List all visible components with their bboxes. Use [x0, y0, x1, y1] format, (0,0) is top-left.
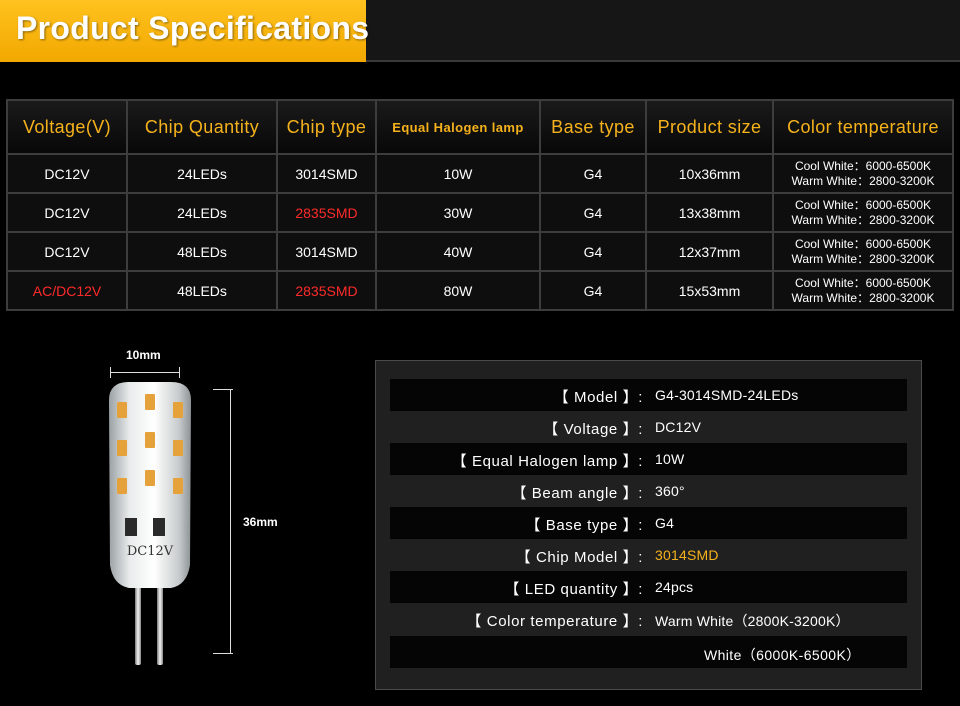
col-color-temperature: Color temperature [772, 99, 954, 155]
col-voltage: Voltage(V) [6, 99, 128, 155]
spec-row-base-type: 【 Base type 】: G4 [390, 507, 907, 539]
spec-row-led-quantity: 【 LED quantity 】: 24pcs [390, 571, 907, 603]
spec-row-color-temperature: 【 Color temperature 】: Warm White（2800K-… [390, 603, 907, 635]
spec-value: White（6000K-6500K） [704, 647, 861, 663]
bulb-illustration: DC12V [109, 382, 191, 665]
spec-label: 【 Base type 】: [525, 517, 643, 534]
page-title: Product Specifications [16, 10, 370, 46]
cell-voltage: DC12V [6, 192, 128, 233]
col-base-type: Base type [539, 99, 647, 155]
spec-row-halogen: 【 Equal Halogen lamp 】: 10W [390, 443, 907, 475]
spec-row-chip-model: 【 Chip Model 】: 3014SMD [390, 539, 907, 571]
warm-white-text: Warm White：2800-3200K [791, 290, 935, 305]
spec-row-beam-angle: 【 Beam angle 】: 360° [390, 475, 907, 507]
resistor-right [153, 518, 165, 536]
cell-chips: 48LEDs [126, 231, 278, 272]
header-divider [366, 60, 960, 62]
spec-label: 【 LED quantity 】: [504, 581, 643, 598]
spec-row-voltage: 【 Voltage 】: DC12V [390, 411, 907, 443]
spec-label: 【 Chip Model 】: [515, 549, 643, 566]
table-header-row: Voltage(V) Chip Quantity Chip type Equal… [6, 99, 954, 155]
col-chip-type: Chip type [276, 99, 377, 155]
spec-value: Warm White（2800K-3200K） [655, 613, 850, 629]
width-dimension-line [110, 367, 180, 378]
col-chip-quantity: Chip Quantity [126, 99, 278, 155]
height-dimension-label: 36mm [243, 515, 278, 529]
warm-white-text: Warm White：2800-3200K [791, 251, 935, 266]
spec-value: 24pcs [655, 579, 694, 595]
spec-row-model: 【 Model 】: G4-3014SMD-24LEDs [390, 379, 907, 411]
height-dimension-bottom-tick [213, 653, 233, 654]
cell-color-temp: Cool White：6000-6500K Warm White：2800-32… [772, 153, 954, 194]
cell-base: G4 [539, 270, 647, 311]
cell-chips: 24LEDs [126, 153, 278, 194]
spec-value: G4 [655, 515, 675, 531]
cell-chip-type: 2835SMD [276, 270, 377, 311]
cell-color-temp: Cool White：6000-6500K Warm White：2800-32… [772, 270, 954, 311]
table-row: AC/DC12V 48LEDs 2835SMD 80W G4 15x53mm C… [6, 270, 954, 311]
cell-chip-type: 2835SMD [276, 192, 377, 233]
spec-label: 【 Voltage 】: [543, 421, 643, 438]
cell-halogen: 10W [375, 153, 541, 194]
cell-chip-type: 3014SMD [276, 153, 377, 194]
cell-size: 13x38mm [645, 192, 774, 233]
cool-white-text: Cool White：6000-6500K [794, 197, 932, 212]
spec-label: 【 Equal Halogen lamp 】: [451, 453, 643, 470]
col-product-size: Product size [645, 99, 774, 155]
header-tab: Product Specifications [0, 0, 370, 62]
cool-white-text: Cool White：6000-6500K [794, 236, 932, 251]
cell-color-temp: Cool White：6000-6500K Warm White：2800-32… [772, 192, 954, 233]
cell-size: 15x53mm [645, 270, 774, 311]
width-dimension-label: 10mm [126, 348, 161, 362]
cell-voltage: DC12V [6, 231, 128, 272]
cell-voltage: AC/DC12V [6, 270, 128, 311]
cell-halogen: 40W [375, 231, 541, 272]
cell-halogen: 30W [375, 192, 541, 233]
cell-size: 12x37mm [645, 231, 774, 272]
spec-value: G4-3014SMD-24LEDs [655, 387, 799, 403]
pin-left [135, 585, 141, 665]
cell-chips: 24LEDs [126, 192, 278, 233]
cell-halogen: 80W [375, 270, 541, 311]
warm-white-text: Warm White：2800-3200K [791, 212, 935, 227]
cell-voltage: DC12V [6, 153, 128, 194]
cool-white-text: Cool White：6000-6500K [794, 275, 932, 290]
spec-value: 360° [655, 483, 685, 499]
spec-label: 【 Color temperature 】: [466, 613, 643, 630]
height-dimension-line [230, 389, 231, 654]
bulb-printed-text: DC12V [127, 544, 174, 559]
header-bar: Product Specifications [0, 0, 960, 62]
spec-label: 【 Beam angle 】: [511, 485, 643, 502]
cell-size: 10x36mm [645, 153, 774, 194]
cell-color-temp: Cool White：6000-6500K Warm White：2800-32… [772, 231, 954, 272]
spec-label: 【 Model 】: [553, 389, 643, 406]
cell-base: G4 [539, 153, 647, 194]
col-equal-halogen: Equal Halogen lamp [375, 99, 541, 155]
cell-chips: 48LEDs [126, 270, 278, 311]
cell-base: G4 [539, 231, 647, 272]
table-row: DC12V 48LEDs 3014SMD 40W G4 12x37mm Cool… [6, 231, 954, 272]
spec-value: DC12V [655, 419, 702, 435]
cell-chip-type: 3014SMD [276, 231, 377, 272]
resistor-left [125, 518, 137, 536]
spec-panel: 【 Model 】: G4-3014SMD-24LEDs 【 Voltage 】… [375, 360, 922, 690]
table-row: DC12V 24LEDs 2835SMD 30W G4 13x38mm Cool… [6, 192, 954, 233]
led-chips [117, 394, 183, 494]
table-row: DC12V 24LEDs 3014SMD 10W G4 10x36mm Cool… [6, 153, 954, 194]
spec-table: Voltage(V) Chip Quantity Chip type Equal… [6, 99, 954, 311]
cool-white-text: Cool White：6000-6500K [794, 158, 932, 173]
spec-row-color-temperature-2: White（6000K-6500K） [390, 636, 907, 668]
warm-white-text: Warm White：2800-3200K [791, 173, 935, 188]
cell-base: G4 [539, 192, 647, 233]
pin-right [157, 585, 163, 665]
spec-value: 10W [655, 451, 685, 467]
spec-value: 3014SMD [655, 547, 719, 563]
